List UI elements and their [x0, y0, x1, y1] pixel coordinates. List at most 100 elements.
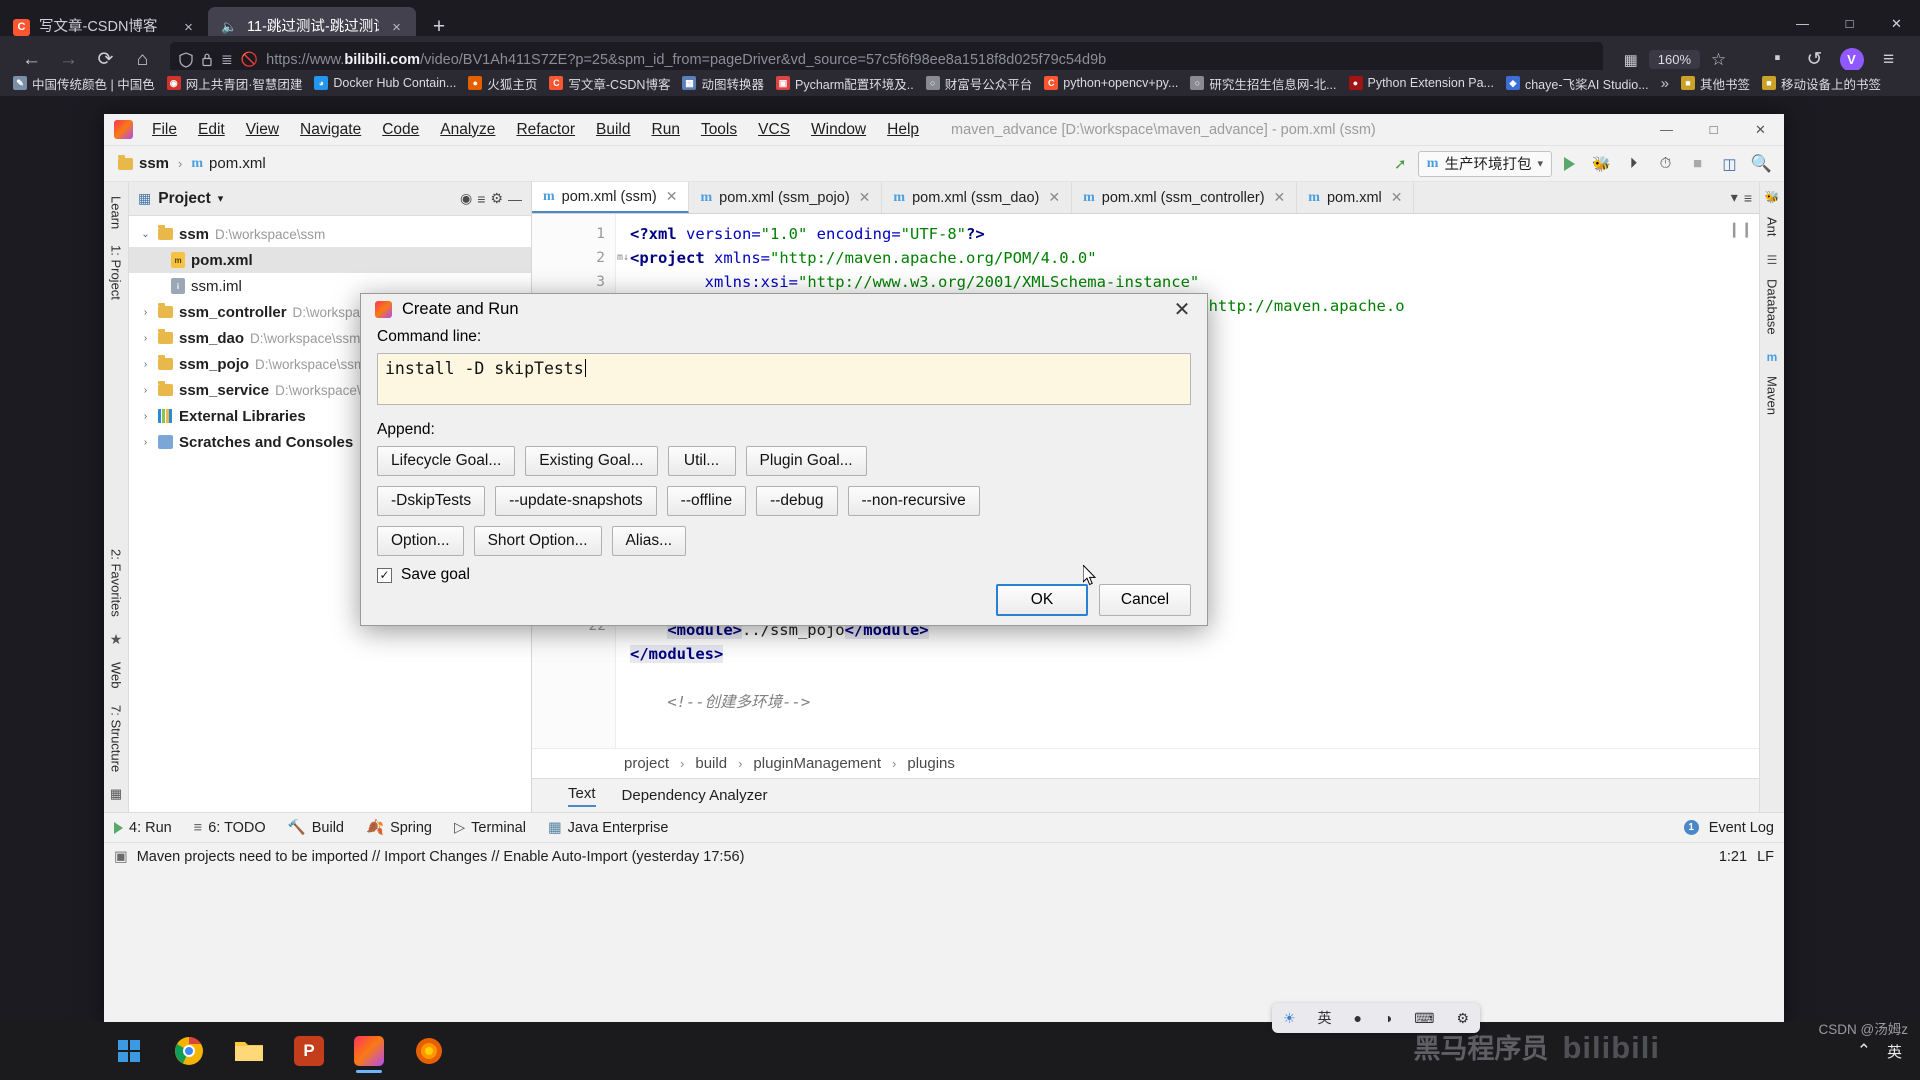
breadcrumb-pluginmanagement-node[interactable]: pluginManagement: [753, 755, 881, 772]
ime-indicator[interactable]: 英: [1887, 1041, 1902, 1062]
menu-tools[interactable]: Tools: [691, 118, 747, 142]
ime-settings-gear-icon[interactable]: ⚙: [1456, 1010, 1469, 1027]
menu-code[interactable]: Code: [372, 118, 429, 142]
ide-maximize-button[interactable]: □: [1690, 114, 1737, 146]
menu-navigate[interactable]: Navigate: [290, 118, 371, 142]
chevron-right-icon[interactable]: ›: [139, 307, 152, 318]
status-run[interactable]: 4: Run: [114, 820, 172, 836]
offline-button[interactable]: --offline: [666, 486, 747, 516]
ok-button[interactable]: OK: [996, 584, 1088, 616]
collapse-all-icon[interactable]: ≡: [477, 191, 485, 207]
bookmark-item[interactable]: ▣ Pycharm配置环境及..: [771, 72, 919, 95]
status-todo[interactable]: ≡ 6: TODO: [194, 820, 266, 836]
windows-start-icon[interactable]: [104, 1029, 154, 1073]
run-icon[interactable]: [1555, 151, 1584, 177]
breadcrumb-project-node[interactable]: project: [624, 755, 669, 772]
zoom-level-badge[interactable]: 160%: [1648, 50, 1700, 69]
ide-close-button[interactable]: ✕: [1737, 114, 1784, 146]
menu-refactor[interactable]: Refactor: [506, 118, 585, 142]
lifecycle-goal-button[interactable]: Lifecycle Goal...: [377, 446, 516, 476]
file-explorer-icon[interactable]: [224, 1029, 274, 1073]
bookmark-item[interactable]: ✎ 中国传统颜色 | 中国色: [8, 72, 160, 95]
tree-row-pom-xml[interactable]: m pom.xml: [129, 247, 531, 273]
bookmark-item[interactable]: ● 火狐主页: [463, 72, 542, 95]
bookmark-folder-mobile[interactable]: ■ 移动设备上的书签: [1757, 72, 1886, 95]
chevron-right-icon[interactable]: ›: [139, 359, 152, 370]
ide-minimize-button[interactable]: —: [1643, 114, 1690, 146]
close-icon[interactable]: ×: [180, 20, 197, 35]
editor-tab-pom-ssm[interactable]: m pom.xml (ssm) ✕: [532, 182, 690, 213]
fold-icon[interactable]: m↓: [617, 252, 629, 263]
line-separator[interactable]: LF: [1757, 849, 1774, 865]
tree-row-ssm[interactable]: ⌄ ssm D:\workspace\ssm: [129, 221, 531, 247]
existing-goal-button[interactable]: Existing Goal...: [525, 446, 658, 476]
layout-icon[interactable]: ◫: [1715, 151, 1744, 177]
editor-pause-icon[interactable]: ❙❙: [1728, 220, 1753, 238]
status-terminal[interactable]: ▷ Terminal: [454, 820, 526, 836]
menu-edit[interactable]: Edit: [188, 118, 235, 142]
editor-tab-pom-ssm-pojo[interactable]: m pom.xml (ssm_pojo) ✕: [689, 182, 883, 213]
editor-tab-pom-ssm-dao[interactable]: m pom.xml (ssm_dao) ✕: [882, 182, 1073, 213]
powerpoint-icon[interactable]: P: [284, 1029, 334, 1073]
option-button[interactable]: Option...: [377, 526, 464, 556]
bookmark-item[interactable]: ○ 财富号公众平台: [921, 72, 1038, 95]
close-icon[interactable]: ✕: [1048, 189, 1060, 206]
search-icon[interactable]: 🔍: [1747, 151, 1776, 177]
locate-file-icon[interactable]: ◉: [460, 190, 472, 207]
tab-dependency-analyzer[interactable]: Dependency Analyzer: [622, 787, 768, 804]
tab-menu-icon[interactable]: ≡: [1744, 190, 1752, 206]
menu-build[interactable]: Build: [586, 118, 640, 142]
ime-mode-label[interactable]: 英: [1317, 1008, 1331, 1028]
close-icon[interactable]: ✕: [859, 189, 871, 206]
favorites-star-icon[interactable]: ★: [110, 625, 123, 654]
breadcrumb-file[interactable]: pom.xml: [209, 155, 266, 172]
bookmark-item[interactable]: Cpython+opencv+py...: [1039, 74, 1183, 92]
rail-item-database[interactable]: Database: [1765, 271, 1780, 343]
chevron-right-icon[interactable]: ›: [139, 385, 152, 396]
menu-view[interactable]: View: [236, 118, 289, 142]
chevron-right-icon[interactable]: ›: [139, 437, 152, 448]
bookmark-item[interactable]: ○ 研究生招生信息网-北...: [1185, 72, 1341, 95]
save-goal-checkbox[interactable]: ✓: [377, 567, 392, 583]
close-icon[interactable]: ✕: [1274, 189, 1286, 206]
rail-item-structure[interactable]: 7: Structure: [109, 697, 124, 780]
bookmark-folder-other[interactable]: ■ 其他书签: [1676, 72, 1755, 95]
menu-file[interactable]: File: [142, 118, 187, 142]
chevron-right-icon[interactable]: ›: [139, 333, 152, 344]
rail-item-project[interactable]: 1: Project: [109, 237, 124, 308]
dskiptests-button[interactable]: -DskipTests: [377, 486, 486, 516]
rail-item-maven[interactable]: Maven: [1765, 368, 1780, 423]
reader-mode-icon[interactable]: ≣: [221, 51, 233, 68]
chevron-down-icon[interactable]: ▾: [218, 192, 224, 205]
hide-panel-icon[interactable]: —: [508, 191, 522, 207]
debug-icon[interactable]: 🐝: [1587, 151, 1616, 177]
close-icon[interactable]: ✕: [1167, 294, 1197, 324]
breadcrumb-plugins-node[interactable]: plugins: [907, 755, 955, 772]
debug-button[interactable]: --debug: [756, 486, 838, 516]
status-spring[interactable]: 🍂 Spring: [366, 819, 432, 837]
close-icon[interactable]: ✕: [666, 188, 678, 205]
alias-button[interactable]: Alias...: [611, 526, 687, 556]
save-goal-row[interactable]: ✓ Save goal: [377, 566, 1191, 584]
editor-tab-pom-ssm-controller[interactable]: m pom.xml (ssm_controller) ✕: [1072, 182, 1298, 213]
shield-icon[interactable]: [179, 51, 193, 68]
tab-text[interactable]: Text: [568, 785, 596, 807]
status-build[interactable]: 🔨 Build: [288, 819, 344, 837]
settings-gear-icon[interactable]: ⚙: [490, 190, 503, 207]
bookmarks-overflow-button[interactable]: »: [1656, 73, 1674, 94]
ime-logo-icon[interactable]: ☀: [1283, 1010, 1296, 1027]
rail-item-learn[interactable]: Learn: [109, 188, 124, 237]
rail-item-favorites[interactable]: 2: Favorites: [109, 541, 124, 625]
command-line-input[interactable]: install -D skipTests: [377, 353, 1191, 405]
caret-position[interactable]: 1:21: [1719, 849, 1747, 865]
chevron-down-icon[interactable]: ⌄: [139, 229, 152, 240]
update-snapshots-button[interactable]: --update-snapshots: [495, 486, 657, 516]
status-event-log[interactable]: Event Log: [1709, 820, 1774, 836]
ime-keyboard-icon[interactable]: ⌨: [1414, 1010, 1434, 1027]
plugin-goal-button[interactable]: Plugin Goal...: [745, 446, 867, 476]
bookmark-item[interactable]: ◆ chaye-飞桨AI Studio...: [1501, 72, 1654, 95]
bookmark-item[interactable]: ◕ Docker Hub Contain...: [309, 74, 461, 92]
ide-message-text[interactable]: Maven projects need to be imported // Im…: [137, 849, 745, 865]
chevron-right-icon[interactable]: ›: [139, 411, 152, 422]
menu-run[interactable]: Run: [642, 118, 690, 142]
